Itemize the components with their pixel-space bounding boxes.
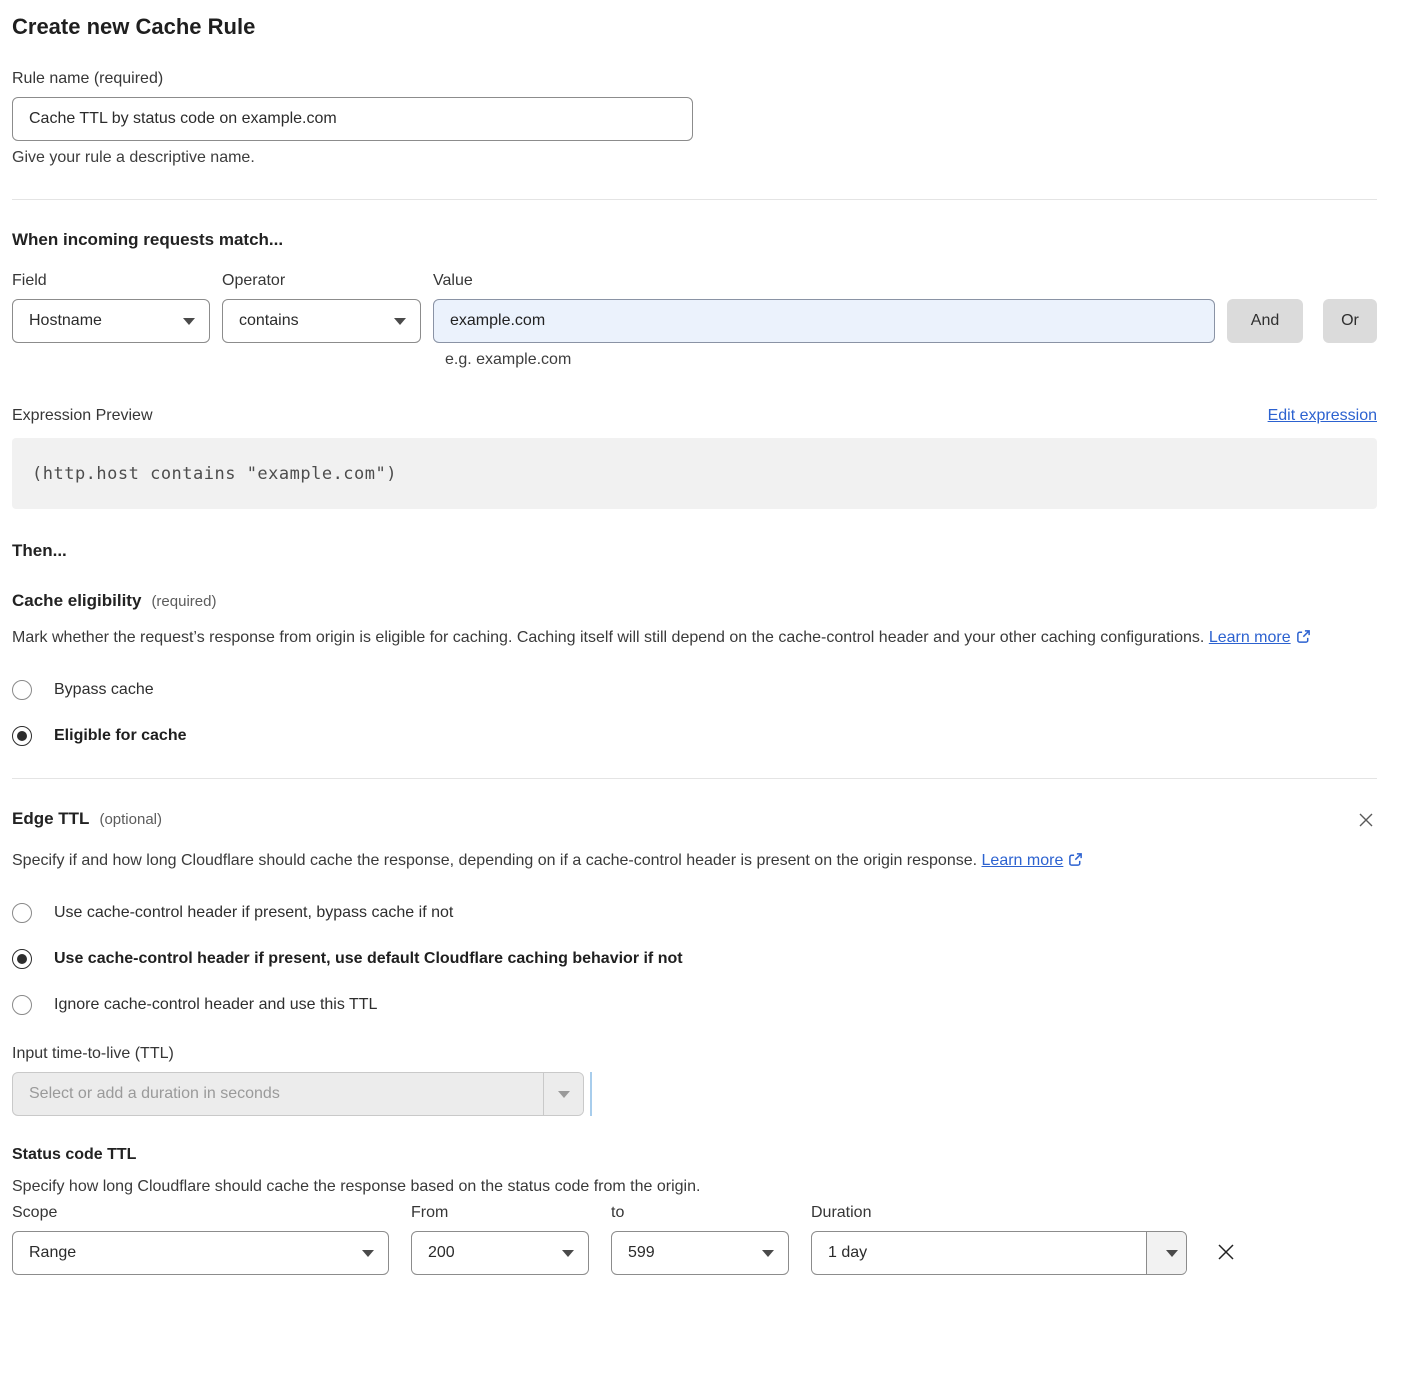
radio-unselected-icon <box>12 995 32 1015</box>
expression-code: (http.host contains "example.com") <box>32 464 397 484</box>
section-divider <box>12 199 1377 200</box>
page-title: Create new Cache Rule <box>12 14 1377 40</box>
chevron-down-icon <box>762 1250 774 1257</box>
chevron-down-icon <box>362 1250 374 1257</box>
ttl-input-label: Input time-to-live (TTL) <box>12 1045 1377 1063</box>
chevron-down-icon <box>558 1091 570 1098</box>
rule-name-label: Rule name (required) <box>12 70 1377 88</box>
cache-eligibility-description-text: Mark whether the request’s response from… <box>12 629 1204 646</box>
from-select-value: 200 <box>428 1244 455 1262</box>
operator-select-value: contains <box>239 312 299 330</box>
radio-cache-control-default[interactable]: Use cache-control header if present, use… <box>12 949 683 969</box>
to-select-value: 599 <box>628 1244 655 1262</box>
operator-label: Operator <box>222 272 421 290</box>
external-link-icon <box>1068 849 1083 877</box>
radio-selected-icon <box>12 949 32 969</box>
radio-bypass-cache[interactable]: Bypass cache <box>12 680 154 700</box>
close-edge-ttl-button[interactable] <box>1355 809 1377 834</box>
radio-label: Ignore cache-control header and use this… <box>54 996 377 1014</box>
radio-label: Use cache-control header if present, use… <box>54 950 683 968</box>
duration-dropdown-button[interactable] <box>1146 1232 1186 1274</box>
duration-value: 1 day <box>812 1232 1146 1274</box>
ttl-combobox[interactable]: Select or add a duration in seconds <box>12 1072 584 1116</box>
to-label: to <box>611 1204 789 1222</box>
chevron-down-icon <box>183 318 195 325</box>
section-divider <box>12 778 1377 779</box>
chevron-down-icon <box>562 1250 574 1257</box>
edit-expression-link[interactable]: Edit expression <box>1268 407 1377 425</box>
operator-select[interactable]: contains <box>222 299 421 343</box>
external-link-icon <box>1296 626 1311 654</box>
radio-ignore-cache-control[interactable]: Ignore cache-control header and use this… <box>12 995 377 1015</box>
edge-ttl-description: Specify if and how long Cloudflare shoul… <box>12 847 1112 877</box>
then-heading: Then... <box>12 541 1377 561</box>
radio-label: Bypass cache <box>54 681 154 699</box>
close-icon <box>1215 1241 1237 1263</box>
chevron-down-icon <box>1166 1250 1178 1257</box>
field-select[interactable]: Hostname <box>12 299 210 343</box>
radio-unselected-icon <box>12 680 32 700</box>
radio-unselected-icon <box>12 903 32 923</box>
edge-ttl-qualifier: (optional) <box>99 811 162 828</box>
duration-label: Duration <box>811 1204 1187 1222</box>
value-helper: e.g. example.com <box>445 351 1377 369</box>
scope-select[interactable]: Range <box>12 1231 389 1275</box>
expression-preview-label: Expression Preview <box>12 407 153 425</box>
ttl-combobox-placeholder: Select or add a duration in seconds <box>13 1085 543 1103</box>
rule-name-helper: Give your rule a descriptive name. <box>12 149 1377 167</box>
edge-ttl-description-text: Specify if and how long Cloudflare shoul… <box>12 852 977 869</box>
status-ttl-controls-row: Range 200 599 1 day <box>12 1231 1377 1275</box>
cache-eligibility-heading: Cache eligibility <box>12 591 141 611</box>
chevron-down-icon <box>394 318 406 325</box>
radio-label: Eligible for cache <box>54 727 186 745</box>
match-controls-row: Hostname contains And Or <box>12 299 1377 343</box>
field-label: Field <box>12 272 210 290</box>
expression-preview-box: (http.host contains "example.com") <box>12 438 1377 509</box>
match-heading: When incoming requests match... <box>12 230 1377 250</box>
status-ttl-labels-row: Scope From to Duration <box>12 1204 1377 1222</box>
ttl-dropdown-button[interactable] <box>543 1073 583 1115</box>
cache-eligibility-qualifier: (required) <box>151 593 216 610</box>
radio-cache-control-bypass[interactable]: Use cache-control header if present, byp… <box>12 903 453 923</box>
field-select-value: Hostname <box>29 312 102 330</box>
radio-label: Use cache-control header if present, byp… <box>54 904 453 922</box>
value-input[interactable] <box>433 299 1215 343</box>
edge-ttl-heading: Edge TTL <box>12 809 89 829</box>
learn-more-link[interactable]: Learn more <box>1209 629 1291 646</box>
close-icon <box>1357 811 1375 829</box>
or-button[interactable]: Or <box>1323 299 1377 343</box>
status-code-ttl-description: Specify how long Cloudflare should cache… <box>12 1178 1377 1196</box>
cache-eligibility-description: Mark whether the request’s response from… <box>12 624 1357 654</box>
create-cache-rule-page: Create new Cache Rule Rule name (require… <box>0 0 1412 1305</box>
from-select[interactable]: 200 <box>411 1231 589 1275</box>
radio-eligible-for-cache[interactable]: Eligible for cache <box>12 726 186 746</box>
match-labels-row: Field Operator Value <box>12 272 1377 290</box>
radio-selected-icon <box>12 726 32 746</box>
remove-status-ttl-button[interactable] <box>1211 1237 1241 1270</box>
status-code-ttl-heading: Status code TTL <box>12 1146 1377 1164</box>
from-label: From <box>411 1204 589 1222</box>
rule-name-input[interactable] <box>12 97 693 141</box>
value-label: Value <box>433 272 1377 290</box>
duration-combobox[interactable]: 1 day <box>811 1231 1187 1275</box>
text-cursor <box>590 1072 592 1116</box>
scope-select-value: Range <box>29 1244 76 1262</box>
and-button[interactable]: And <box>1227 299 1303 343</box>
scope-label: Scope <box>12 1204 389 1222</box>
to-select[interactable]: 599 <box>611 1231 789 1275</box>
learn-more-link[interactable]: Learn more <box>982 852 1064 869</box>
